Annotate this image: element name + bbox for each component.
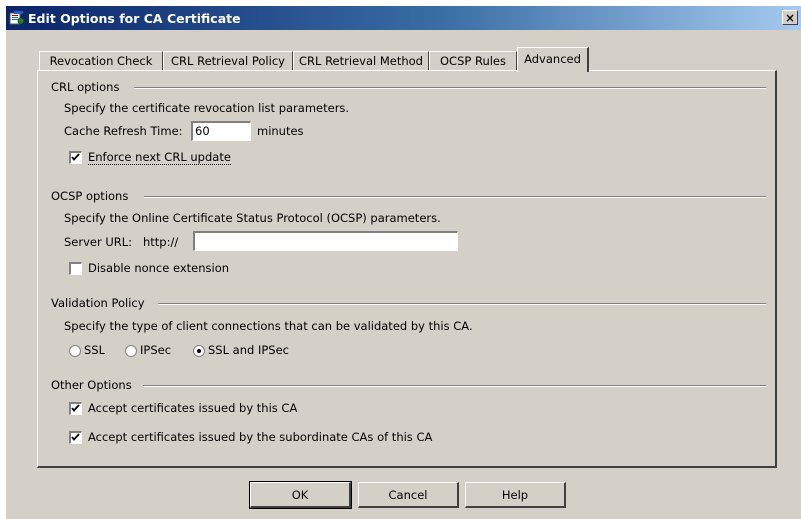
validation-policy-title: Validation Policy <box>51 296 145 310</box>
enforce-crl-checkbox[interactable] <box>69 151 82 164</box>
checkmark-icon <box>71 153 80 161</box>
radio-ssl[interactable] <box>69 345 81 357</box>
radio-ssl-and-ipsec[interactable] <box>193 345 205 357</box>
crl-options-divider <box>134 87 766 89</box>
cache-refresh-label: Cache Refresh Time: <box>64 124 183 138</box>
other-options-divider <box>143 385 766 387</box>
dialog-window: Edit Options for CA Certificate × Revoca… <box>6 6 801 519</box>
disable-nonce-label[interactable]: Disable nonce extension <box>88 261 229 275</box>
server-url-input[interactable] <box>193 231 458 251</box>
crl-options-description: Specify the certificate revocation list … <box>64 101 350 115</box>
accept-ca-label[interactable]: Accept certificates issued by this CA <box>88 401 297 415</box>
tab-label: CRL Retrieval Method <box>299 54 423 68</box>
ocsp-options-divider <box>144 196 766 198</box>
enforce-crl-label[interactable]: Enforce next CRL update <box>88 150 231 165</box>
close-icon: × <box>784 11 796 25</box>
validation-policy-divider <box>158 303 766 305</box>
tab-crl-retrieval-method[interactable]: CRL Retrieval Method <box>293 51 429 71</box>
disable-nonce-checkbox[interactable] <box>69 262 82 275</box>
cache-refresh-unit: minutes <box>257 124 304 138</box>
tab-label: OCSP Rules <box>440 54 506 68</box>
app-icon <box>9 10 25 26</box>
window-title: Edit Options for CA Certificate <box>28 11 241 26</box>
validation-policy-description: Specify the type of client connections t… <box>64 319 473 333</box>
radio-selected-dot <box>197 349 201 353</box>
tab-ocsp-rules[interactable]: OCSP Rules <box>429 51 517 71</box>
other-options-title: Other Options <box>51 378 132 392</box>
cancel-button-label: Cancel <box>388 488 428 502</box>
server-url-prefix: http:// <box>143 235 179 249</box>
accept-subordinate-checkbox[interactable] <box>69 431 82 444</box>
tab-label: Revocation Check <box>49 54 153 68</box>
tab-label: Advanced <box>524 52 581 66</box>
radio-ssl-and-ipsec-label[interactable]: SSL and IPSec <box>208 343 289 357</box>
accept-ca-checkbox[interactable] <box>69 402 82 415</box>
radio-ipsec[interactable] <box>125 345 137 357</box>
tab-label: CRL Retrieval Policy <box>171 54 285 68</box>
title-bar[interactable]: Edit Options for CA Certificate × <box>6 6 801 30</box>
ok-button[interactable]: OK <box>249 481 352 509</box>
help-button-label: Help <box>501 488 529 502</box>
cache-refresh-input[interactable]: 60 <box>191 121 251 141</box>
radio-ipsec-label[interactable]: IPSec <box>140 343 171 357</box>
crl-options-title: CRL options <box>51 80 120 94</box>
checkmark-icon <box>71 404 80 412</box>
ok-button-label: OK <box>291 488 309 502</box>
help-button[interactable]: Help <box>465 482 566 508</box>
tab-advanced[interactable]: Advanced <box>517 47 589 72</box>
tab-crl-retrieval-policy[interactable]: CRL Retrieval Policy <box>163 51 293 71</box>
ocsp-options-title: OCSP options <box>51 189 129 203</box>
checkmark-icon <box>71 433 80 441</box>
cancel-button[interactable]: Cancel <box>358 482 459 508</box>
accept-subordinate-label[interactable]: Accept certificates issued by the subord… <box>88 430 432 444</box>
tab-revocation-check[interactable]: Revocation Check <box>39 51 163 71</box>
server-url-label: Server URL: <box>64 235 133 249</box>
radio-ssl-label[interactable]: SSL <box>84 343 105 357</box>
close-button[interactable]: × <box>782 10 798 25</box>
ocsp-options-description: Specify the Online Certificate Status Pr… <box>64 211 441 225</box>
